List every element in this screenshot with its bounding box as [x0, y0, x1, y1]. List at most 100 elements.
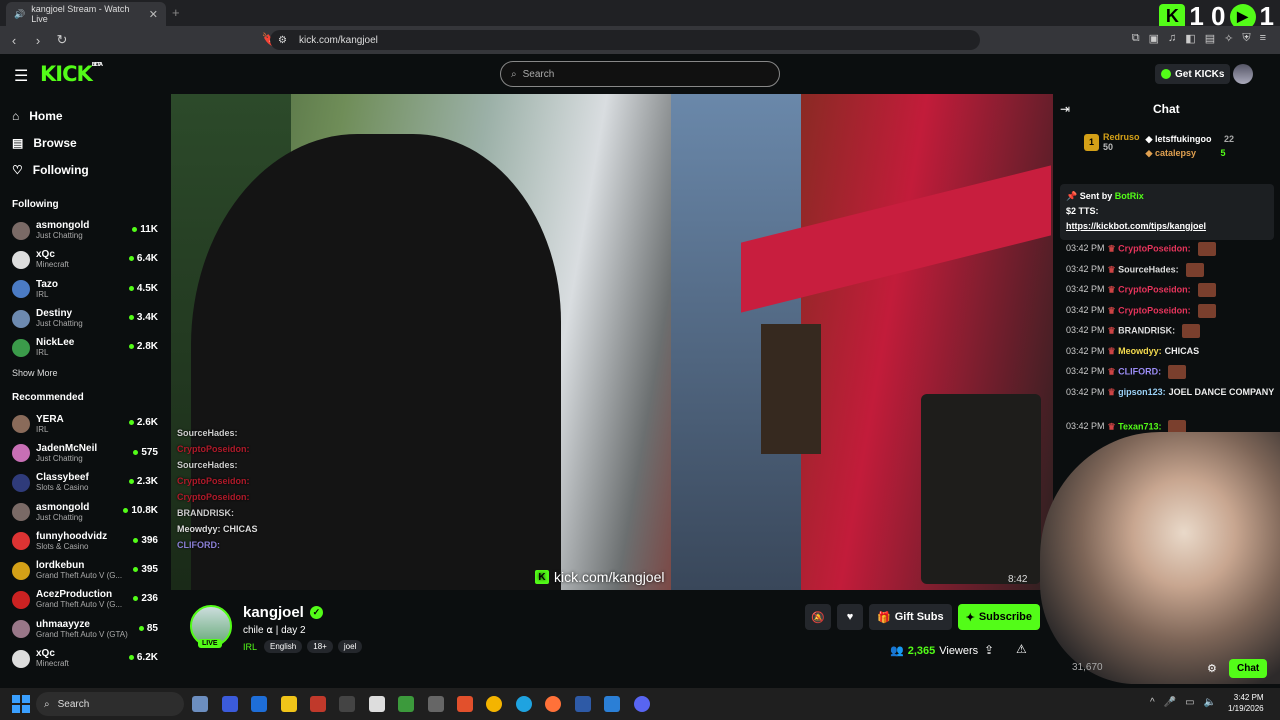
- message-user[interactable]: Texan713:: [1118, 421, 1161, 431]
- chat-message[interactable]: 03:42 PM ♛ Meowdyy: CHICAS: [1053, 345, 1280, 366]
- chat-message[interactable]: 03:42 PM ♛ CryptoPoseidon:: [1053, 283, 1280, 304]
- firefox-icon[interactable]: [545, 696, 561, 712]
- channel-item[interactable]: NickLee IRL 2.8K: [0, 333, 170, 362]
- channel-item[interactable]: lordkebun Grand Theft Auto V (G... 395: [0, 556, 170, 585]
- chat-message[interactable]: 03:42 PM ♛ BRANDRISK:: [1053, 324, 1280, 345]
- chevron-up-icon[interactable]: ^: [1150, 697, 1155, 708]
- url-field[interactable]: ⚙ kick.com/kangjoel: [270, 30, 980, 50]
- channel-item[interactable]: AcezProduction Grand Theft Auto V (G... 23…: [0, 585, 170, 614]
- channel-viewers: 236: [133, 593, 158, 604]
- app-icon[interactable]: [398, 696, 414, 712]
- app-icon[interactable]: [339, 696, 355, 712]
- pinned-link[interactable]: https://kickbot.com/tips/kangjoel: [1066, 221, 1206, 231]
- app-icon[interactable]: [192, 696, 208, 712]
- file-explorer-icon[interactable]: [281, 696, 297, 712]
- back-icon[interactable]: ‹: [4, 33, 24, 48]
- extensions-icon[interactable]: ⧉: [1132, 32, 1140, 45]
- forward-icon[interactable]: ›: [28, 33, 48, 48]
- channel-item[interactable]: JadenMcNeil Just Chatting 575: [0, 439, 170, 468]
- message-user[interactable]: Meowdyy:: [1118, 346, 1162, 356]
- channel-item[interactable]: Classybeef Slots & Casino 2.3K: [0, 468, 170, 497]
- browser-tab[interactable]: 🔊 kangjoel Stream - Watch Live ✕: [6, 2, 166, 26]
- sidebar-item-browse[interactable]: ▤ Browse: [0, 129, 170, 156]
- get-kicks-button[interactable]: Get KICKs: [1155, 64, 1231, 84]
- network-icon[interactable]: ▭: [1185, 697, 1194, 708]
- channel-item[interactable]: asmongold Just Chatting 10.8K: [0, 497, 170, 526]
- message-user[interactable]: gipson123:: [1118, 387, 1166, 397]
- tag-pill[interactable]: English: [264, 640, 303, 653]
- hamburger-menu-icon[interactable]: ☰: [14, 66, 28, 86]
- mic-icon[interactable]: 🎤: [1164, 697, 1176, 708]
- channel-avatar: [12, 280, 30, 299]
- channel-item[interactable]: funnyhoodvidz Slots & Casino 396: [0, 527, 170, 556]
- message-user[interactable]: CLIFORD:: [1118, 366, 1161, 376]
- collapse-chat-icon[interactable]: ⇥: [1060, 102, 1070, 116]
- message-user[interactable]: BRANDRISK:: [1118, 325, 1175, 335]
- taskbar-search[interactable]: ⌕ Search: [36, 692, 184, 716]
- message-user[interactable]: SourceHades:: [1118, 264, 1179, 274]
- discord-icon[interactable]: [634, 696, 650, 712]
- sidebar-item-home[interactable]: ⌂ Home: [0, 102, 170, 129]
- video-player[interactable]: [171, 94, 1053, 590]
- pinned-message[interactable]: 📌 Sent by BotRix $2 TTS: https://kickbot…: [1060, 184, 1274, 240]
- channel-name: lordkebun: [36, 560, 85, 572]
- music-icon[interactable]: ♫: [1168, 32, 1176, 45]
- sidebar-item-following[interactable]: ♡ Following: [0, 156, 170, 183]
- chat-message[interactable]: 03:42 PM ♛ CryptoPoseidon:: [1053, 303, 1280, 325]
- chat-message[interactable]: 03:42 PM ♛ CLIFORD:: [1053, 365, 1280, 386]
- chat-message[interactable]: 03:42 PM ♛ SourceHades:: [1053, 262, 1280, 284]
- show-more-link[interactable]: Show More: [0, 362, 170, 384]
- menu-icon[interactable]: ≡: [1260, 32, 1266, 45]
- new-tab-icon[interactable]: +: [172, 5, 180, 20]
- channel-item[interactable]: xQc Minecraft 6.4K: [0, 245, 170, 274]
- channel-item[interactable]: xQc Minecraft 6.2K: [0, 644, 170, 673]
- ai-icon[interactable]: ✧: [1224, 32, 1233, 45]
- follow-button[interactable]: ♥: [837, 604, 863, 630]
- channel-item[interactable]: uhmaayyze Grand Theft Auto V (GTA) 85: [0, 615, 170, 644]
- wallet-icon[interactable]: ▤: [1205, 32, 1215, 45]
- site-settings-icon[interactable]: ⚙: [278, 35, 287, 46]
- tag-pill[interactable]: joel: [337, 640, 363, 653]
- vpn-icon[interactable]: ⛨: [1242, 32, 1250, 45]
- app-icon[interactable]: [251, 696, 267, 712]
- chrome-icon[interactable]: [486, 696, 502, 712]
- send-chat-button[interactable]: Chat: [1229, 659, 1268, 678]
- start-icon[interactable]: [12, 695, 30, 713]
- app-icon[interactable]: [369, 696, 385, 712]
- gift-subs-button[interactable]: 🎁 Gift Subs: [869, 604, 952, 630]
- tag-pill[interactable]: 18+: [307, 640, 333, 653]
- chat-message[interactable]: 03:42 PM ♛ CryptoPoseidon:: [1053, 242, 1280, 263]
- chat-message[interactable]: 03:42 PM ♛ gipson123: JOEL DANCE COMPANY: [1053, 386, 1280, 420]
- report-icon[interactable]: ⚠: [1016, 642, 1027, 656]
- stream-category[interactable]: IRL: [243, 642, 257, 652]
- message-user[interactable]: CryptoPoseidon:: [1118, 305, 1191, 315]
- app-icon[interactable]: [428, 696, 444, 712]
- channel-item[interactable]: Tazo IRL 4.5K: [0, 275, 170, 304]
- screenshot-icon[interactable]: ▣: [1149, 32, 1159, 45]
- app-icon[interactable]: [310, 696, 326, 712]
- share-icon[interactable]: ⇪: [984, 643, 994, 657]
- message-user[interactable]: CryptoPoseidon:: [1118, 243, 1191, 253]
- taskbar-clock[interactable]: 3:42 PM 1/19/2026: [1228, 692, 1264, 714]
- message-user[interactable]: CryptoPoseidon:: [1118, 284, 1191, 294]
- channel-item[interactable]: asmongold Just Chatting 11K: [0, 216, 170, 245]
- channel-item[interactable]: Destiny Just Chatting 3.4K: [0, 304, 170, 333]
- edge-icon[interactable]: [516, 696, 532, 712]
- app-icon[interactable]: [575, 696, 591, 712]
- brave-icon[interactable]: [457, 696, 473, 712]
- notifications-button[interactable]: 🔕: [805, 604, 831, 630]
- kick-logo[interactable]: KICKBETA: [40, 62, 103, 86]
- close-tab-icon[interactable]: ✕: [149, 8, 158, 21]
- vscode-icon[interactable]: [604, 696, 620, 712]
- sidebar-icon[interactable]: ◧: [1185, 32, 1195, 45]
- channel-item[interactable]: YERA IRL 2.6K: [0, 409, 170, 438]
- user-avatar[interactable]: [1233, 64, 1253, 84]
- app-icon[interactable]: [222, 696, 238, 712]
- chat-settings-icon[interactable]: ⚙: [1207, 662, 1217, 675]
- streamer-name[interactable]: kangjoel ✓: [243, 604, 323, 621]
- reload-icon[interactable]: ↻: [52, 32, 72, 48]
- channel-category: Slots & Casino: [36, 483, 89, 493]
- subscribe-button[interactable]: ✦ Subscribe: [957, 604, 1040, 630]
- volume-icon[interactable]: 🔈: [1204, 697, 1216, 708]
- search-input[interactable]: ⌕ Search: [500, 61, 780, 87]
